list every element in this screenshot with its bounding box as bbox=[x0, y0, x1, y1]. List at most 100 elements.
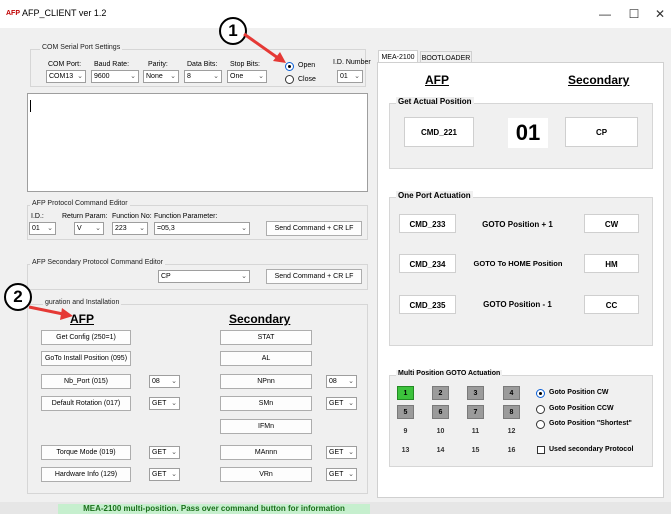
hardware-info-select[interactable]: GET ⌄ bbox=[149, 468, 180, 481]
vrn-button[interactable]: VRn bbox=[220, 467, 312, 482]
npnn-select[interactable]: 08 ⌄ bbox=[326, 375, 357, 388]
position-8-button[interactable]: 8 bbox=[503, 405, 520, 419]
function-param-select[interactable]: =05,3 ⌄ bbox=[154, 222, 250, 235]
goto-ccw-radio[interactable] bbox=[536, 405, 545, 414]
parity-label: Parity: bbox=[148, 61, 168, 68]
torque-mode-button[interactable]: Torque Mode (019) bbox=[41, 445, 131, 460]
goto-install-button[interactable]: GoTo Install Position (095) bbox=[41, 351, 131, 366]
send-command-button[interactable]: Send Command + CR LF bbox=[266, 221, 362, 236]
stopbits-select[interactable]: One ⌄ bbox=[227, 70, 267, 83]
chevron-down-icon: ⌄ bbox=[213, 73, 219, 80]
position-13-button[interactable]: 13 bbox=[397, 443, 414, 457]
position-11-button[interactable]: 11 bbox=[467, 424, 484, 438]
send-secondary-command-button[interactable]: Send Command + CR LF bbox=[266, 269, 362, 284]
default-rotation-button[interactable]: Default Rotation (017) bbox=[41, 396, 131, 411]
cc-button[interactable]: CC bbox=[584, 295, 639, 314]
cmd-221-button[interactable]: CMD_221 bbox=[404, 117, 474, 147]
mannn-select[interactable]: GET ⌄ bbox=[326, 446, 357, 459]
cmd-id-select[interactable]: 01 ⌄ bbox=[29, 222, 56, 235]
annotation-arrow-1-icon bbox=[243, 32, 286, 63]
position-5-button[interactable]: 5 bbox=[397, 405, 414, 419]
chevron-down-icon: ⌄ bbox=[77, 73, 83, 80]
npnn-button[interactable]: NPnn bbox=[220, 374, 312, 389]
sec-command-select[interactable]: CP ⌄ bbox=[158, 270, 250, 283]
mannn-button[interactable]: MAnnn bbox=[220, 445, 312, 460]
position-6-button[interactable]: 6 bbox=[432, 405, 449, 419]
cw-button[interactable]: CW bbox=[584, 214, 639, 233]
cmd-233-button[interactable]: CMD_233 bbox=[399, 214, 456, 233]
app-icon: AFP bbox=[6, 10, 20, 17]
status-message: MEA-2100 multi-position. Pass over comma… bbox=[58, 504, 370, 514]
ifmn-button[interactable]: IFMn bbox=[220, 419, 312, 434]
function-no-label: Function No: bbox=[112, 213, 152, 220]
id-number-label: I.D. Number bbox=[333, 59, 371, 66]
smn-select[interactable]: GET ⌄ bbox=[326, 397, 357, 410]
text-cursor bbox=[30, 100, 31, 112]
minimize-button[interactable]: — bbox=[590, 4, 620, 24]
com-port-label: COM Port: bbox=[48, 61, 82, 68]
position-10-button[interactable]: 10 bbox=[432, 424, 449, 438]
function-no-select[interactable]: 223 ⌄ bbox=[112, 222, 148, 235]
open-label: Open bbox=[298, 62, 316, 69]
databits-select[interactable]: 8 ⌄ bbox=[184, 70, 222, 83]
cmd-id-label: I.D.: bbox=[31, 213, 44, 220]
return-param-label: Return Param: bbox=[62, 213, 108, 220]
hardware-info-button[interactable]: Hardware Info (129) bbox=[41, 467, 131, 482]
position-15-button[interactable]: 15 bbox=[467, 443, 484, 457]
position-1-button[interactable]: 1 bbox=[397, 386, 414, 400]
actual-position-value: 01 bbox=[508, 118, 548, 148]
smn-button[interactable]: SMn bbox=[220, 396, 312, 411]
vrn-select[interactable]: GET ⌄ bbox=[326, 468, 357, 481]
cmd-editor-label: AFP Protocol Command Editor bbox=[30, 200, 130, 207]
chevron-down-icon: ⌄ bbox=[354, 73, 360, 80]
position-7-button[interactable]: 7 bbox=[467, 405, 484, 419]
cmd-235-button[interactable]: CMD_235 bbox=[399, 295, 456, 314]
databits-label: Data Bits: bbox=[187, 61, 218, 68]
default-rotation-select[interactable]: GET ⌄ bbox=[149, 397, 180, 410]
position-14-button[interactable]: 14 bbox=[432, 443, 449, 457]
nb-port-select[interactable]: 08 ⌄ bbox=[149, 375, 180, 388]
annotation-arrow-2-icon bbox=[28, 305, 73, 320]
com-settings-label: COM Serial Port Settings bbox=[40, 44, 123, 51]
get-config-button[interactable]: Get Config (250=1) bbox=[41, 330, 131, 345]
used-secondary-checkbox[interactable] bbox=[537, 446, 545, 454]
goto-home-label: GOTO To HOME Position bbox=[473, 259, 563, 268]
hm-button[interactable]: HM bbox=[584, 254, 639, 273]
al-button[interactable]: AL bbox=[220, 351, 312, 366]
cp-button[interactable]: CP bbox=[565, 117, 638, 147]
baud-select[interactable]: 9600 ⌄ bbox=[91, 70, 139, 83]
goto-cw-label: Goto Position CW bbox=[549, 389, 609, 396]
chevron-down-icon: ⌄ bbox=[348, 471, 354, 478]
chevron-down-icon: ⌄ bbox=[171, 449, 177, 456]
chevron-down-icon: ⌄ bbox=[348, 449, 354, 456]
chevron-down-icon: ⌄ bbox=[95, 225, 101, 232]
position-12-button[interactable]: 12 bbox=[503, 424, 520, 438]
actual-position-label: Get Actual Position bbox=[396, 97, 474, 106]
goto-cw-radio[interactable] bbox=[536, 389, 545, 398]
id-number-select[interactable]: 01 ⌄ bbox=[337, 70, 363, 83]
window-title: AFP_CLIENT ver 1.2 bbox=[22, 8, 107, 18]
log-textbox[interactable] bbox=[27, 93, 368, 192]
close-radio[interactable] bbox=[285, 75, 294, 84]
parity-select[interactable]: None ⌄ bbox=[143, 70, 179, 83]
nb-port-button[interactable]: Nb_Port (015) bbox=[41, 374, 131, 389]
position-9-button[interactable]: 9 bbox=[397, 424, 414, 438]
one-port-label: One Port Actuation bbox=[396, 191, 473, 200]
torque-mode-select[interactable]: GET ⌄ bbox=[149, 446, 180, 459]
goto-shortest-radio[interactable] bbox=[536, 420, 545, 429]
position-16-button[interactable]: 16 bbox=[503, 443, 520, 457]
stat-button[interactable]: STAT bbox=[220, 330, 312, 345]
com-port-select[interactable]: COM13 ⌄ bbox=[46, 70, 86, 83]
chevron-down-icon: ⌄ bbox=[258, 73, 264, 80]
position-2-button[interactable]: 2 bbox=[432, 386, 449, 400]
return-param-select[interactable]: V ⌄ bbox=[74, 222, 104, 235]
close-button[interactable]: ✕ bbox=[645, 4, 671, 24]
baud-label: Baud Rate: bbox=[94, 61, 130, 68]
chevron-down-icon: ⌄ bbox=[171, 378, 177, 385]
position-4-button[interactable]: 4 bbox=[503, 386, 520, 400]
chevron-down-icon: ⌄ bbox=[241, 273, 247, 280]
cmd-234-button[interactable]: CMD_234 bbox=[399, 254, 456, 273]
position-3-button[interactable]: 3 bbox=[467, 386, 484, 400]
chevron-down-icon: ⌄ bbox=[348, 378, 354, 385]
chevron-down-icon: ⌄ bbox=[170, 73, 176, 80]
